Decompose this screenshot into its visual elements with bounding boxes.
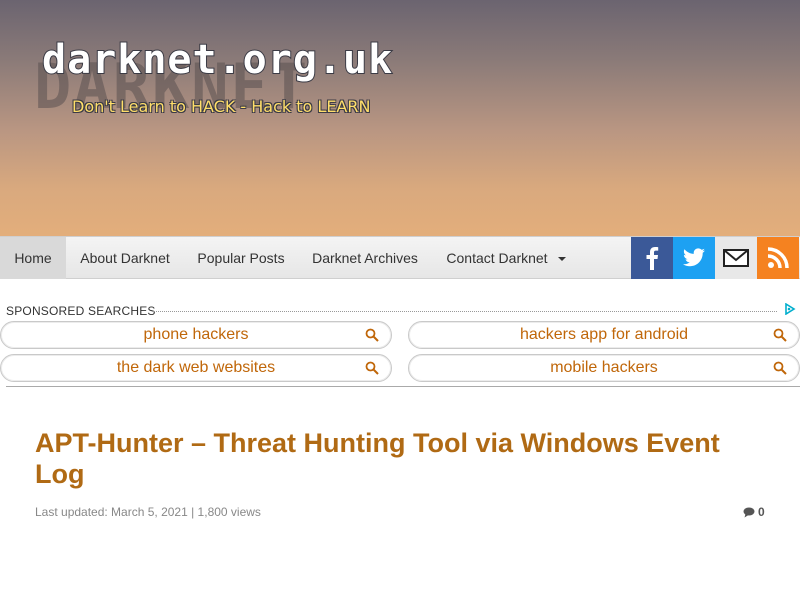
article-meta: Last updated: March 5, 2021 | 1,800 view…: [35, 505, 261, 519]
nav-item-about[interactable]: About Darknet: [66, 237, 184, 279]
sponsored-label: SPONSORED SEARCHES: [6, 304, 156, 318]
nav-item-label: Contact Darknet: [446, 250, 548, 266]
search-icon: [773, 361, 787, 375]
email-icon: [723, 249, 749, 267]
nav-item-label: Home: [14, 250, 52, 266]
sponsored-search-link[interactable]: hackers app for android: [408, 321, 800, 349]
article-title[interactable]: APT-Hunter – Threat Hunting Tool via Win…: [35, 428, 775, 490]
divider: [153, 311, 777, 312]
search-icon: [365, 361, 379, 375]
nav-item-home[interactable]: Home: [0, 237, 66, 279]
rss-button[interactable]: [757, 237, 799, 279]
main-nav: Home About Darknet Popular Posts Darknet…: [0, 236, 800, 279]
rss-icon: [767, 247, 789, 269]
nav-item-archives[interactable]: Darknet Archives: [298, 237, 432, 279]
nav-item-contact[interactable]: Contact Darknet: [432, 237, 580, 279]
search-term: the dark web websites: [116, 359, 276, 376]
divider: [6, 386, 800, 387]
search-term: hackers app for android: [519, 326, 689, 343]
nav-item-label: About Darknet: [80, 250, 170, 266]
comment-count-link[interactable]: 0: [743, 505, 765, 519]
facebook-icon: [646, 247, 659, 270]
nav-item-label: Popular Posts: [197, 250, 285, 266]
comment-icon: [743, 507, 755, 518]
search-icon: [773, 328, 787, 342]
twitter-icon: [683, 248, 705, 267]
chevron-down-icon: [557, 257, 566, 262]
adchoices-icon[interactable]: [784, 303, 796, 315]
site-tagline: Don't Learn to HACK - Hack to LEARN: [72, 97, 371, 116]
sponsored-search-link[interactable]: the dark web websites: [0, 354, 392, 382]
site-header: DARKNET darknet.org.uk Don't Learn to HA…: [0, 0, 800, 236]
nav-item-label: Darknet Archives: [312, 250, 418, 266]
site-logo[interactable]: darknet.org.uk: [41, 39, 393, 81]
search-term: mobile hackers: [550, 359, 658, 376]
comment-count: 0: [758, 505, 765, 519]
search-term: phone hackers: [143, 326, 249, 343]
sponsored-search-link[interactable]: phone hackers: [0, 321, 392, 349]
twitter-button[interactable]: [673, 237, 715, 279]
facebook-button[interactable]: [631, 237, 673, 279]
nav-item-popular-posts[interactable]: Popular Posts: [184, 237, 298, 279]
search-icon: [365, 328, 379, 342]
email-button[interactable]: [715, 237, 757, 279]
sponsored-search-link[interactable]: mobile hackers: [408, 354, 800, 382]
